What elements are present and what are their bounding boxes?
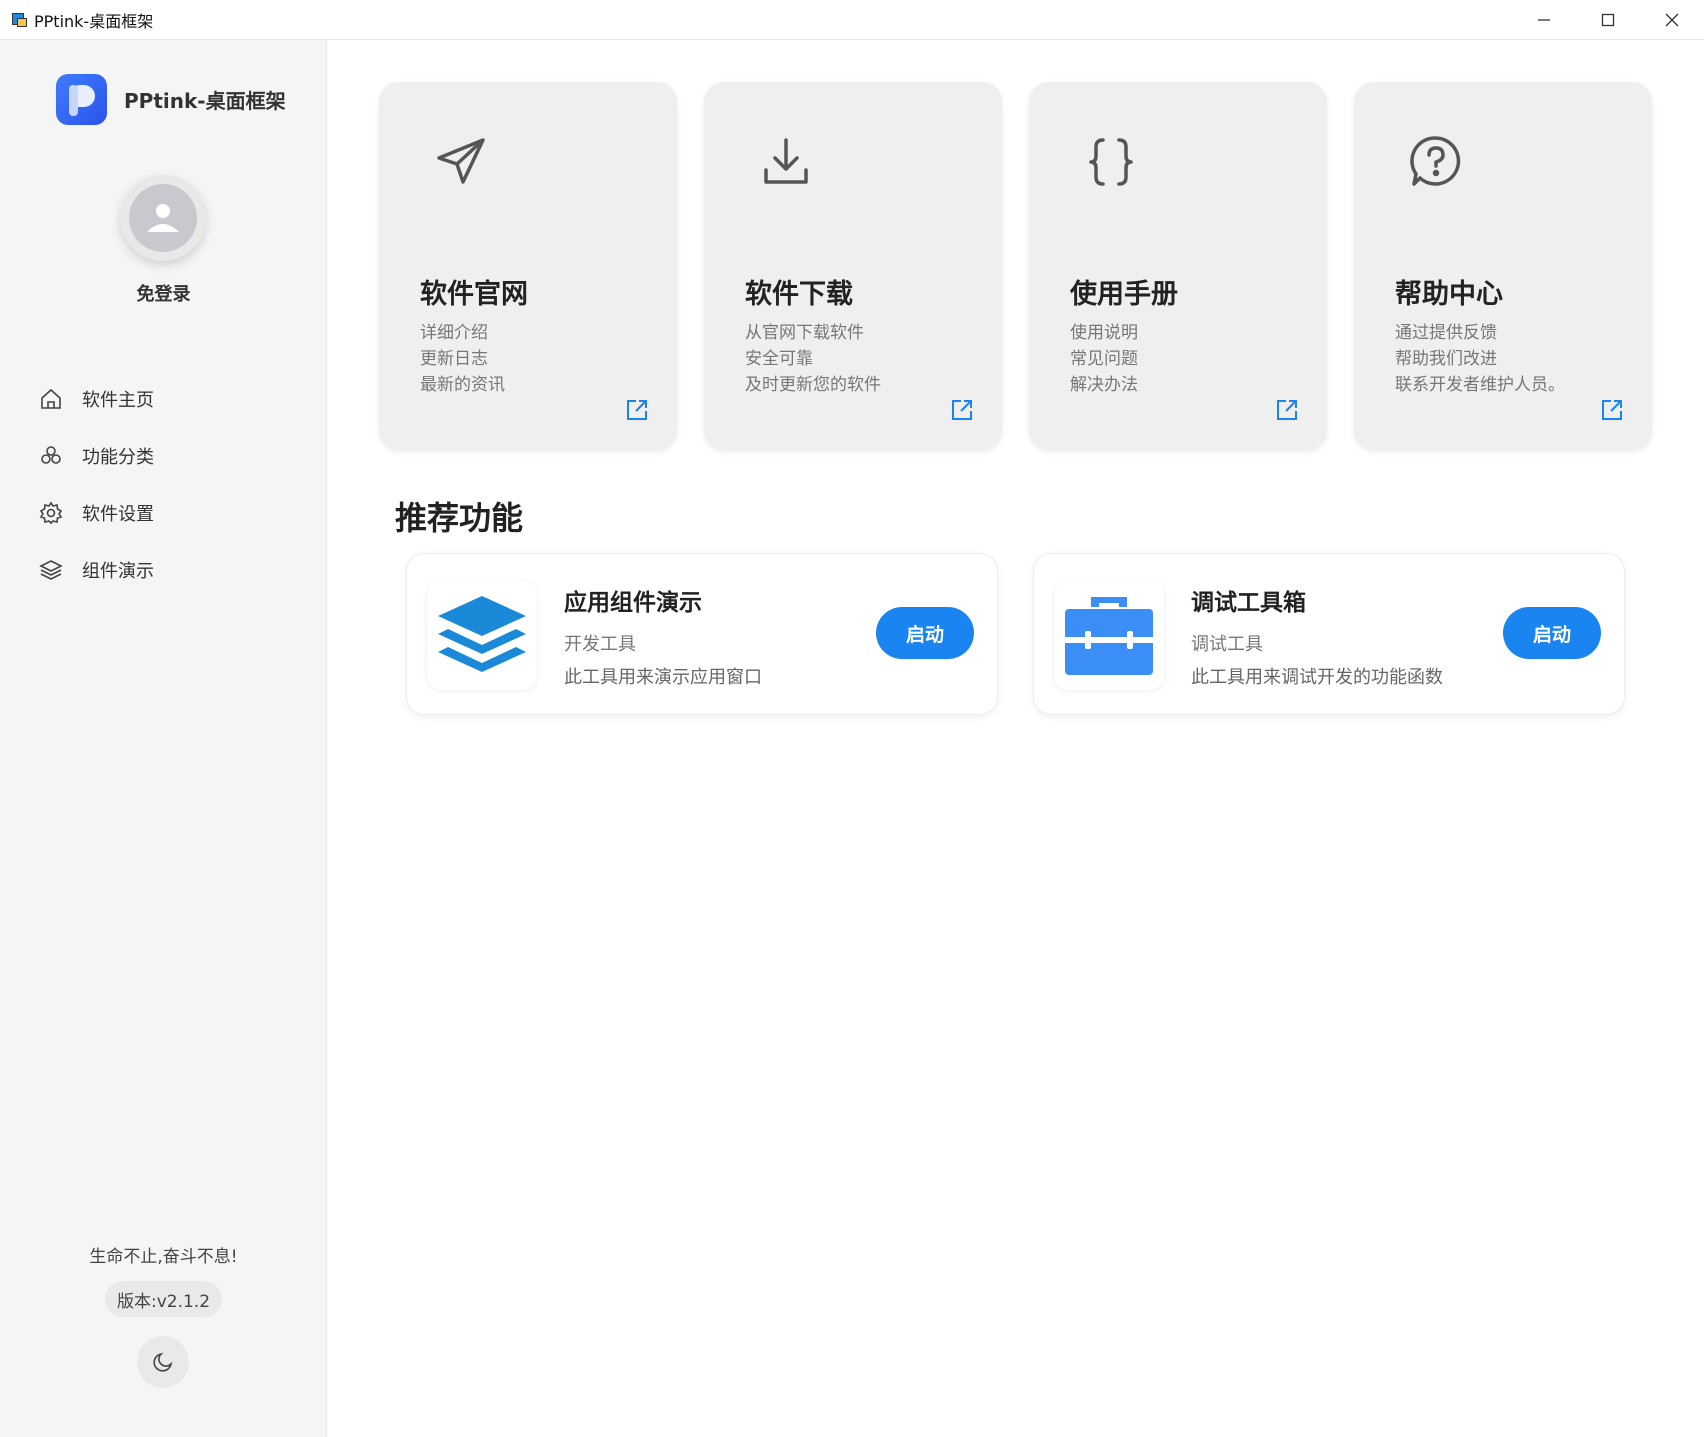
category-icon bbox=[38, 443, 64, 469]
card-title: 软件下载 bbox=[745, 279, 853, 310]
sidebar: PPtink-桌面框架 免登录 软件主页 功能分类 软件设置 组件演示 生命不止… bbox=[0, 40, 327, 1437]
sidebar-item-label: 功能分类 bbox=[82, 446, 154, 468]
card-download[interactable]: 软件下载 从官网下载软件 安全可靠 及时更新您的软件 bbox=[704, 82, 1002, 450]
card-line: 详细介绍 bbox=[420, 323, 488, 343]
card-line: 使用说明 bbox=[1070, 323, 1138, 343]
card-line: 联系开发者维护人员。 bbox=[1395, 375, 1565, 395]
sidebar-item-label: 软件设置 bbox=[82, 503, 154, 525]
login-label[interactable]: 免登录 bbox=[0, 280, 327, 306]
layers-icon bbox=[38, 557, 64, 583]
main-content: 软件官网 详细介绍 更新日志 最新的资讯 软件下载 从官网下载软件 安全可靠 及… bbox=[327, 40, 1704, 1437]
external-link-icon[interactable] bbox=[625, 398, 649, 422]
sidebar-item-components[interactable]: 组件演示 bbox=[38, 541, 154, 598]
braces-icon bbox=[1089, 138, 1133, 186]
recommend-subtitle: 开发工具 bbox=[564, 634, 636, 655]
card-line: 从官网下载软件 bbox=[745, 323, 864, 343]
section-title: 推荐功能 bbox=[395, 499, 524, 537]
moon-icon bbox=[153, 1352, 173, 1372]
maximize-button[interactable] bbox=[1576, 0, 1640, 40]
external-link-icon[interactable] bbox=[1600, 398, 1624, 422]
external-link-icon[interactable] bbox=[1275, 398, 1299, 422]
sidebar-nav: 软件主页 功能分类 软件设置 组件演示 bbox=[38, 370, 154, 598]
avatar[interactable] bbox=[120, 175, 206, 261]
recommend-description: 此工具用来演示应用窗口 bbox=[564, 667, 762, 688]
close-icon bbox=[1665, 13, 1679, 27]
minimize-button[interactable] bbox=[1512, 0, 1576, 40]
sidebar-item-category[interactable]: 功能分类 bbox=[38, 427, 154, 484]
home-icon bbox=[38, 386, 64, 412]
card-lines: 通过提供反馈 帮助我们改进 联系开发者维护人员。 bbox=[1395, 320, 1565, 398]
toolbox-icon bbox=[1054, 580, 1164, 690]
card-line: 及时更新您的软件 bbox=[745, 375, 881, 395]
card-official-site[interactable]: 软件官网 详细介绍 更新日志 最新的资讯 bbox=[379, 82, 677, 450]
recommend-title: 应用组件演示 bbox=[564, 590, 702, 616]
card-title: 使用手册 bbox=[1070, 279, 1178, 310]
external-link-icon[interactable] bbox=[950, 398, 974, 422]
brand-name: PPtink-桌面框架 bbox=[124, 89, 286, 113]
motto-text: 生命不止,奋斗不息! bbox=[89, 1247, 238, 1267]
recommend-card-component-demo: 应用组件演示 开发工具 此工具用来演示应用窗口 启动 bbox=[406, 553, 998, 715]
recommend-card-debug-toolbox: 调试工具箱 调试工具 此工具用来调试开发的功能函数 启动 bbox=[1033, 553, 1625, 715]
user-icon bbox=[147, 204, 179, 232]
card-lines: 从官网下载软件 安全可靠 及时更新您的软件 bbox=[745, 320, 881, 398]
title-bar: PPtink-桌面框架 bbox=[0, 0, 1704, 40]
download-icon bbox=[764, 138, 808, 184]
card-lines: 详细介绍 更新日志 最新的资讯 bbox=[420, 320, 505, 398]
sidebar-item-label: 软件主页 bbox=[82, 389, 154, 411]
close-button[interactable] bbox=[1640, 0, 1704, 40]
recommend-description: 此工具用来调试开发的功能函数 bbox=[1191, 667, 1443, 688]
card-line: 帮助我们改进 bbox=[1395, 349, 1497, 369]
card-title: 帮助中心 bbox=[1395, 279, 1503, 310]
app-icon bbox=[12, 12, 28, 28]
brand-logo-icon bbox=[56, 74, 107, 125]
card-line: 更新日志 bbox=[420, 349, 488, 369]
version-badge: 版本:v2.1.2 bbox=[105, 1281, 222, 1317]
help-icon bbox=[1410, 136, 1461, 186]
theme-toggle-button[interactable] bbox=[137, 1336, 189, 1388]
card-line: 通过提供反馈 bbox=[1395, 323, 1497, 343]
card-help-center[interactable]: 帮助中心 通过提供反馈 帮助我们改进 联系开发者维护人员。 bbox=[1354, 82, 1652, 450]
card-line: 解决办法 bbox=[1070, 375, 1138, 395]
card-line: 安全可靠 bbox=[745, 349, 813, 369]
layers-app-icon bbox=[427, 580, 537, 690]
gear-icon bbox=[38, 500, 64, 526]
minimize-icon bbox=[1538, 19, 1550, 21]
card-title: 软件官网 bbox=[420, 279, 528, 310]
launch-button[interactable]: 启动 bbox=[876, 607, 974, 659]
window-title: PPtink-桌面框架 bbox=[34, 11, 154, 31]
card-line: 最新的资讯 bbox=[420, 375, 505, 395]
maximize-icon bbox=[1601, 13, 1615, 27]
brand: PPtink-桌面框架 bbox=[56, 74, 286, 125]
send-icon bbox=[437, 138, 485, 184]
sidebar-item-home[interactable]: 软件主页 bbox=[38, 370, 154, 427]
card-line: 常见问题 bbox=[1070, 349, 1138, 369]
recommend-title: 调试工具箱 bbox=[1191, 590, 1306, 616]
sidebar-item-settings[interactable]: 软件设置 bbox=[38, 484, 154, 541]
launch-button[interactable]: 启动 bbox=[1503, 607, 1601, 659]
card-manual[interactable]: 使用手册 使用说明 常见问题 解决办法 bbox=[1029, 82, 1327, 450]
recommend-subtitle: 调试工具 bbox=[1191, 634, 1263, 655]
sidebar-item-label: 组件演示 bbox=[82, 560, 154, 582]
card-lines: 使用说明 常见问题 解决办法 bbox=[1070, 320, 1138, 398]
